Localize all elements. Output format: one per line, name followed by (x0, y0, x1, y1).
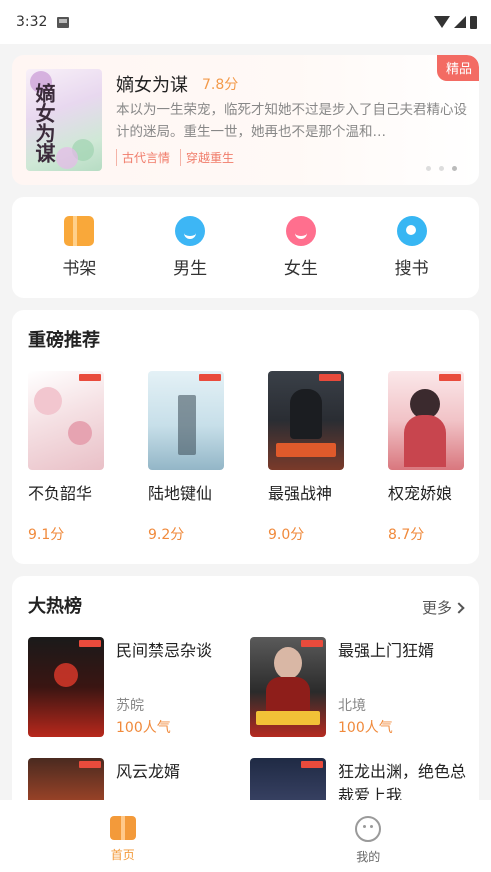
carousel-dot (439, 166, 444, 171)
more-link[interactable]: 更多 (421, 597, 465, 618)
more-label: 更多 (421, 599, 452, 617)
book-author: 苏皖 (116, 698, 144, 714)
recommend-book[interactable]: 最强战神 9.0分 (268, 371, 344, 544)
section-title: 大热榜 (28, 596, 82, 617)
recommend-book[interactable]: 陆地键仙 9.2分 (148, 371, 224, 544)
banner-tag: 古代言情 (116, 149, 170, 166)
banner-book-score: 7.8分 (202, 77, 239, 93)
category-nav: 书架 男生 女生 搜书 (12, 197, 479, 298)
banner-book-description: 本以为一生荣宠，临死才知她不过是步入了自己夫君精心设计的迷局。重生一世，她再也不… (116, 102, 467, 140)
banner-book-title[interactable]: 嫡女为谋 (116, 71, 188, 97)
status-bar: 3:32 (0, 0, 491, 44)
recommend-section: 重磅推荐 不负韶华 9.1分 陆地键仙 9.2分 最强战神 9.0分 权宠娇娘 … (12, 310, 479, 564)
chevron-right-icon (453, 602, 465, 614)
nav-label: 搜书 (394, 259, 429, 279)
book-author: 北境 (338, 698, 366, 714)
search-book-icon (396, 216, 427, 246)
gallery-notification-icon (57, 16, 70, 28)
nav-label: 男生 (173, 259, 208, 279)
book-cover[interactable] (148, 371, 224, 470)
wifi-icon (434, 16, 450, 28)
bookshelf-icon (64, 216, 95, 246)
book-score: 9.2分 (148, 527, 185, 543)
tab-mine[interactable]: 我的 (308, 800, 428, 872)
book-name: 风云龙婿 (116, 762, 181, 781)
signal-icon (454, 16, 466, 28)
banner-tag: 穿越重生 (180, 149, 234, 166)
book-name: 最强上门狂婿 (338, 641, 435, 660)
banner-cover-title: 嫡女为谋 (32, 83, 56, 163)
nav-label: 书架 (62, 259, 97, 279)
girl-icon (285, 216, 316, 246)
recommend-book[interactable]: 不负韶华 9.1分 (28, 371, 104, 544)
hot-list-item[interactable]: 民间禁忌杂谈 苏皖 100人气 (28, 637, 252, 737)
book-cover[interactable] (28, 637, 104, 737)
book-name: 不负韶华 (28, 484, 93, 503)
banner-tags: 古代言情 穿越重生 (116, 149, 234, 166)
bottom-tab-bar: 首页 我的 (0, 800, 491, 872)
featured-banner[interactable]: 嫡女为谋 精品 嫡女为谋 7.8分 本以为一生荣宠，临死才知她不过是步入了自己夫… (12, 55, 479, 185)
book-popularity: 100人气 (116, 720, 171, 736)
book-score: 8.7分 (388, 527, 425, 543)
hot-list-section: 大热榜 更多 民间禁忌杂谈 苏皖 100人气 最强上门狂婿 北境 100人气 风… (12, 576, 479, 858)
banner-book-cover[interactable]: 嫡女为谋 (26, 69, 102, 171)
battery-icon (470, 15, 477, 29)
book-name: 最强战神 (268, 484, 333, 503)
home-icon (109, 816, 136, 840)
nav-label: 女生 (283, 259, 318, 279)
book-name: 陆地键仙 (148, 484, 213, 503)
book-cover[interactable] (388, 371, 464, 470)
nav-search-book[interactable]: 搜书 (367, 216, 457, 279)
book-cover[interactable] (28, 371, 104, 470)
section-title: 重磅推荐 (28, 330, 100, 351)
book-score: 9.1分 (28, 527, 65, 543)
nav-boy[interactable]: 男生 (145, 216, 235, 279)
tab-home[interactable]: 首页 (63, 800, 183, 872)
book-name: 民间禁忌杂谈 (116, 641, 213, 660)
book-cover[interactable] (268, 371, 344, 470)
profile-icon (355, 816, 382, 842)
nav-girl[interactable]: 女生 (256, 216, 346, 279)
nav-bookshelf[interactable]: 书架 (34, 216, 124, 279)
book-cover[interactable] (250, 637, 326, 737)
status-time: 3:32 (16, 14, 48, 30)
tab-label: 首页 (110, 848, 135, 862)
carousel-dot (426, 166, 431, 171)
book-score: 9.0分 (268, 527, 305, 543)
carousel-dot-active (452, 166, 457, 171)
recommend-book[interactable]: 权宠娇娘 8.7分 (388, 371, 464, 544)
carousel-indicator (426, 166, 457, 171)
book-name: 权宠娇娘 (388, 484, 453, 503)
tab-label: 我的 (356, 850, 381, 864)
book-popularity: 100人气 (338, 720, 393, 736)
boy-icon (175, 216, 206, 246)
hot-list-item[interactable]: 最强上门狂婿 北境 100人气 (250, 637, 474, 737)
premium-badge: 精品 (436, 55, 479, 81)
